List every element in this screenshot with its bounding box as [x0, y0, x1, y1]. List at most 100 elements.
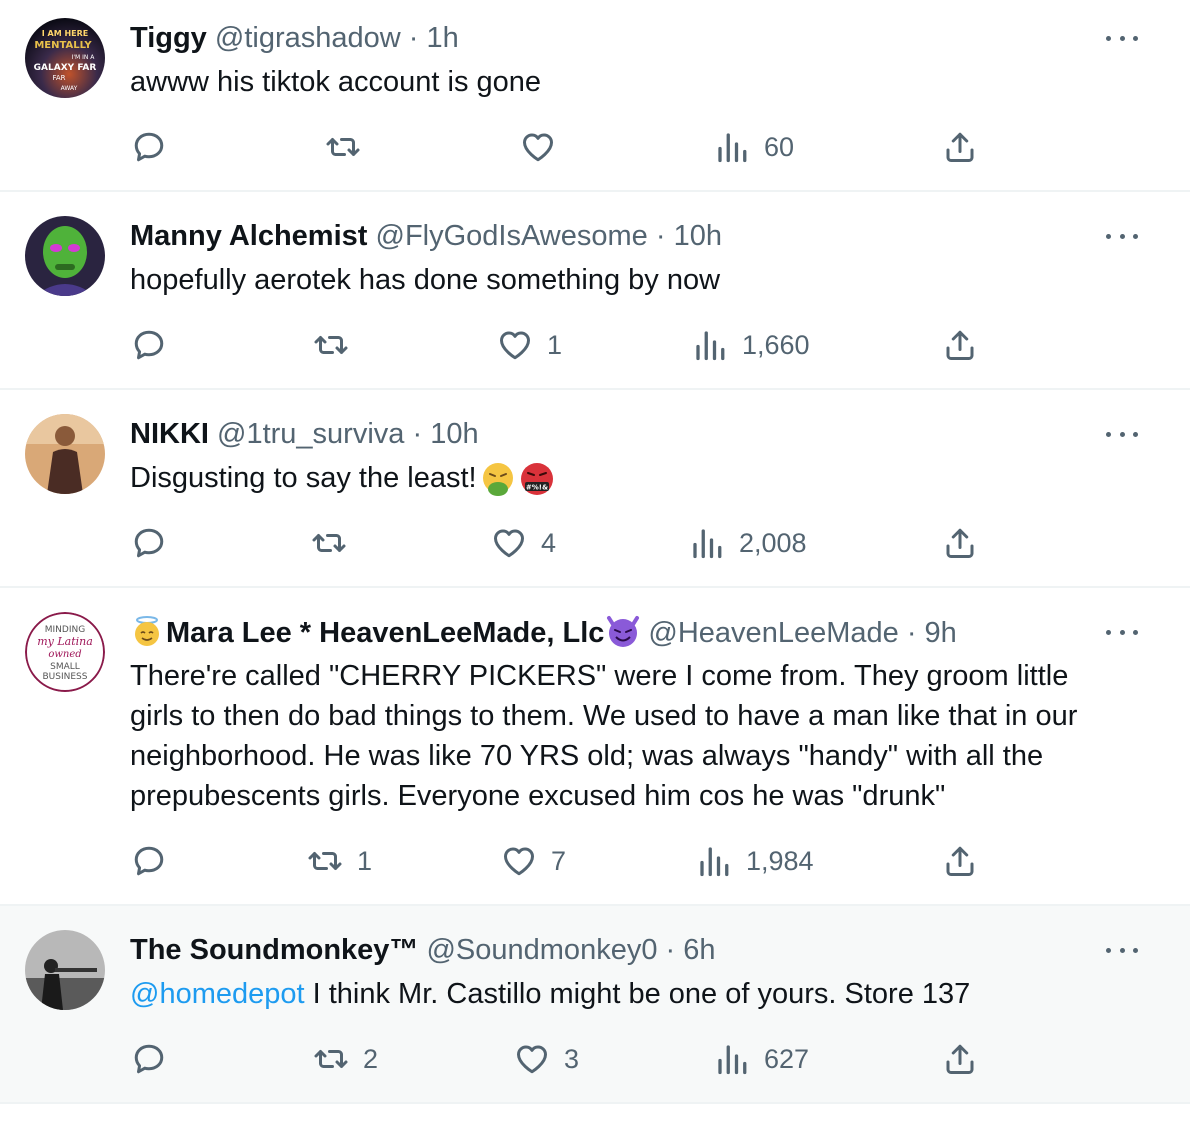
timestamp[interactable]: 10h [674, 220, 722, 252]
views-button[interactable]: 1,984 [696, 843, 814, 879]
tweet-text-line: There're called "CHERRY PICKERS" were I … [130, 660, 1069, 692]
views-button[interactable]: 2,008 [689, 525, 807, 561]
display-name[interactable]: Manny Alchemist [130, 220, 367, 252]
tweet-text-line: prepubescents girls. Everyone excused hi… [130, 780, 946, 812]
avatar[interactable]: MINDING my Latina owned SMALL BUSINESS [25, 612, 105, 692]
avatar[interactable] [25, 216, 105, 296]
like-button[interactable]: 4 [491, 525, 556, 561]
tweet-nikki[interactable]: NIKKI @1tru_surviva · 10h Disgusting to … [0, 390, 1190, 588]
like-button[interactable] [520, 129, 556, 165]
views-button[interactable]: 627 [714, 1041, 809, 1077]
user-handle[interactable]: @FlyGodIsAwesome [376, 220, 648, 252]
views-icon [714, 1041, 750, 1077]
separator: · [906, 617, 917, 649]
reply-icon [131, 1041, 167, 1077]
retweet-button[interactable]: 2 [313, 1041, 378, 1077]
smiling-devil-emoji [607, 616, 640, 647]
views-button[interactable]: 60 [714, 129, 794, 165]
share-icon [942, 843, 978, 879]
retweet-button[interactable] [313, 327, 349, 363]
display-name[interactable]: Tiggy [130, 22, 207, 54]
like-button[interactable]: 1 [497, 327, 562, 363]
share-icon [942, 327, 978, 363]
more-icon[interactable] [1106, 945, 1138, 955]
more-icon[interactable] [1106, 429, 1138, 439]
tweet-manny[interactable]: Manny Alchemist @FlyGodIsAwesome · 10h h… [0, 192, 1190, 390]
svg-text:I AM HERE: I AM HERE [42, 29, 88, 38]
tweet-text: awww his tiktok account is gone [130, 66, 542, 98]
user-handle[interactable]: @Soundmonkey0 [426, 934, 657, 966]
views-icon [696, 843, 732, 879]
angel-face-emoji [135, 616, 159, 646]
timestamp[interactable]: 10h [430, 418, 478, 450]
like-button[interactable]: 3 [514, 1041, 579, 1077]
like-icon [491, 525, 527, 561]
svg-text:FAR: FAR [52, 74, 65, 82]
views-icon [692, 327, 728, 363]
user-handle[interactable]: @1tru_surviva [217, 418, 404, 450]
avatar[interactable] [25, 930, 105, 1010]
share-button[interactable] [942, 843, 978, 879]
tweet-soundmonkey[interactable]: The Soundmonkey™ @Soundmonkey0 · 6h @hom… [0, 906, 1190, 1104]
user-handle[interactable]: @HeavenLeeMade [648, 617, 898, 649]
reply-icon [131, 327, 167, 363]
tweet-text-content: I think Mr. Castillo might be one of you… [304, 978, 971, 1010]
user-handle[interactable]: @tigrashadow [215, 22, 401, 54]
share-icon [942, 1041, 978, 1077]
tweet-header: NIKKI @1tru_surviva · 10h [130, 416, 479, 452]
display-name[interactable]: The Soundmonkey™ [130, 934, 418, 966]
reply-button[interactable] [131, 525, 167, 561]
tweet-text: hopefully aerotek has done something by … [130, 264, 721, 296]
views-count: 1,984 [746, 846, 814, 876]
reply-button[interactable] [131, 327, 167, 363]
svg-text:BUSINESS: BUSINESS [43, 672, 88, 682]
timestamp[interactable]: 6h [683, 934, 715, 966]
display-name[interactable]: NIKKI [130, 418, 209, 450]
tweet-header: Manny Alchemist @FlyGodIsAwesome · 10h [130, 218, 722, 254]
views-count: 1,660 [742, 330, 810, 360]
views-count: 2,008 [739, 528, 807, 558]
separator: · [412, 418, 423, 450]
more-icon[interactable] [1106, 231, 1138, 241]
more-icon[interactable] [1106, 33, 1138, 43]
mention-link[interactable]: @homedepot [130, 978, 305, 1010]
retweet-button[interactable]: 1 [307, 843, 372, 879]
reply-button[interactable] [131, 843, 167, 879]
tweet-text: There're called "CHERRY PICKERS" were I … [130, 656, 1160, 816]
views-button[interactable]: 1,660 [692, 327, 810, 363]
tweet-tiggy[interactable]: I AM HERE MENTALLY I'M IN A GALAXY FAR F… [0, 0, 1190, 192]
reply-icon [131, 129, 167, 165]
tweet-header: The Soundmonkey™ @Soundmonkey0 · 6h [130, 932, 716, 968]
share-button[interactable] [942, 1041, 978, 1077]
vomiting-face-emoji [482, 463, 513, 497]
like-icon [514, 1041, 550, 1077]
reply-button[interactable] [131, 129, 167, 165]
timestamp[interactable]: 1h [426, 22, 458, 54]
more-icon[interactable] [1106, 627, 1138, 637]
share-button[interactable] [942, 525, 978, 561]
tweet-text-content: Disgusting to say the least! [130, 462, 477, 494]
reply-button[interactable] [131, 1041, 167, 1077]
share-button[interactable] [942, 129, 978, 165]
retweet-button[interactable] [325, 129, 361, 165]
retweet-button[interactable] [311, 525, 347, 561]
views-count: 627 [764, 1044, 810, 1074]
like-icon [520, 129, 556, 165]
views-icon [689, 525, 725, 561]
avatar[interactable] [25, 414, 105, 494]
svg-text:MINDING: MINDING [45, 625, 85, 635]
like-icon [497, 327, 533, 363]
share-button[interactable] [942, 327, 978, 363]
display-name[interactable]: Mara Lee * HeavenLeeMade, Llc [166, 617, 604, 649]
retweet-icon [313, 327, 349, 363]
svg-text:SMALL: SMALL [50, 662, 80, 672]
retweet-icon [307, 843, 343, 879]
tweet-mara-lee[interactable]: MINDING my Latina owned SMALL BUSINESS M… [0, 588, 1190, 906]
like-button[interactable]: 7 [501, 843, 566, 879]
timestamp[interactable]: 9h [925, 617, 957, 649]
views-count: 60 [764, 132, 795, 162]
svg-text:MENTALLY: MENTALLY [34, 40, 92, 51]
retweet-count: 1 [357, 846, 373, 876]
avatar[interactable]: I AM HERE MENTALLY I'M IN A GALAXY FAR F… [25, 18, 105, 98]
tweet-text-line: neighborhood. He was like 70 YRS old; wa… [130, 740, 1044, 772]
